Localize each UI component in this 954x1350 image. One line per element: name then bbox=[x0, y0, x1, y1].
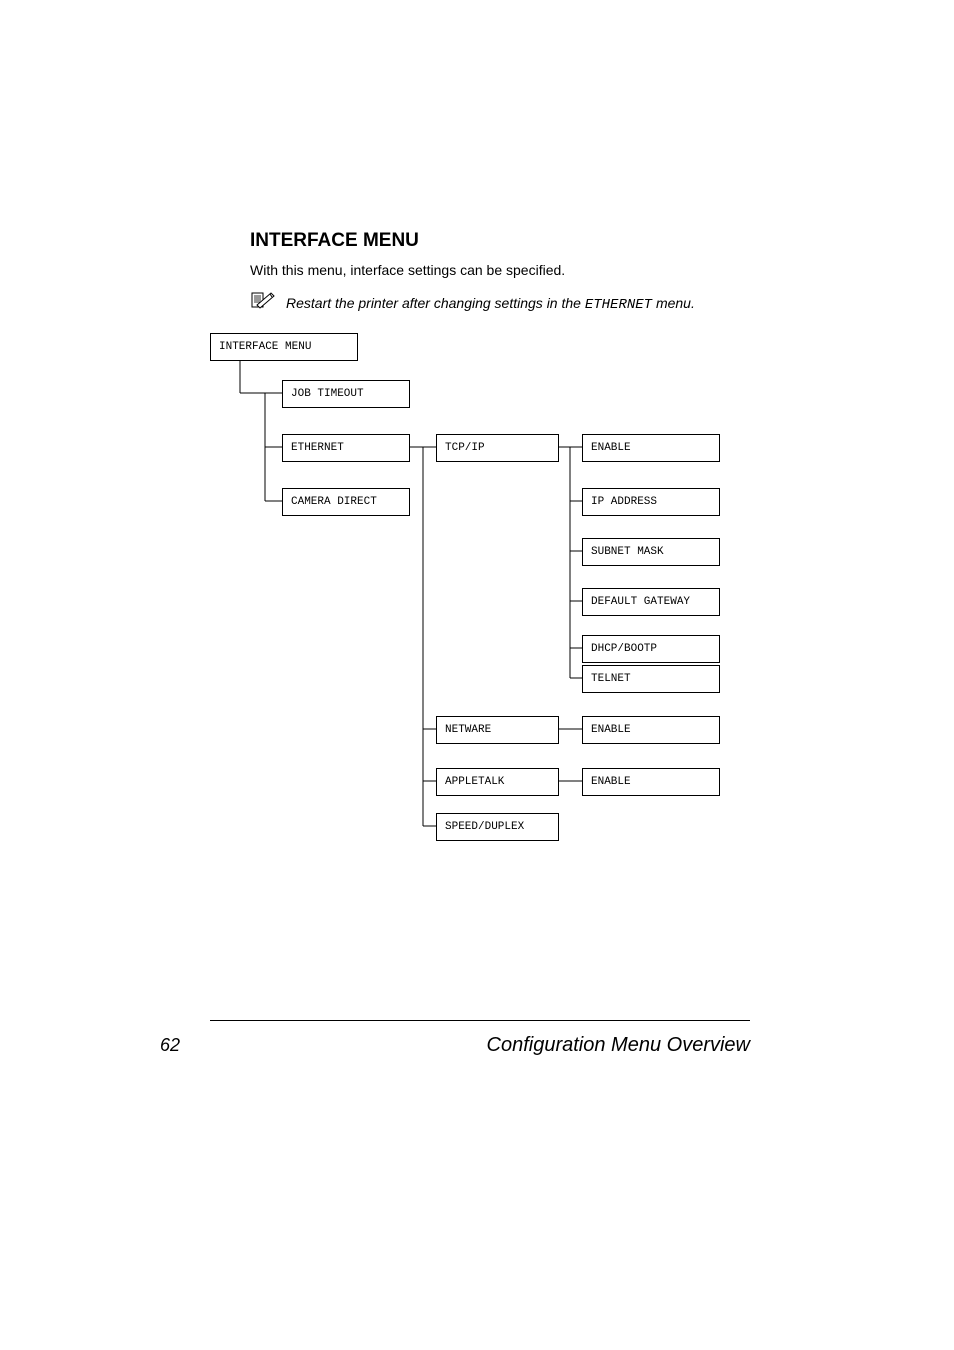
tree-node-speed-duplex: SPEED/DUPLEX bbox=[436, 813, 559, 841]
tree-node-enable-2: ENABLE bbox=[582, 716, 720, 744]
tree-node-tcp-ip: TCP/IP bbox=[436, 434, 559, 462]
note-row: Restart the printer after changing setti… bbox=[250, 292, 750, 315]
page-number: 62 bbox=[160, 1035, 180, 1056]
footer-rule bbox=[210, 1020, 750, 1021]
note-text: Restart the printer after changing setti… bbox=[286, 295, 695, 313]
tree-node-enable-3: ENABLE bbox=[582, 768, 720, 796]
menu-tree: INTERFACE MENU JOB TIMEOUT ETHERNET CAME… bbox=[210, 333, 770, 863]
tree-node-ip-address: IP ADDRESS bbox=[582, 488, 720, 516]
intro-text: With this menu, interface settings can b… bbox=[250, 262, 750, 278]
tree-node-netware: NETWARE bbox=[436, 716, 559, 744]
page-footer: 62 Configuration Menu Overview bbox=[160, 1034, 750, 1057]
section-title: INTERFACE MENU bbox=[250, 230, 750, 252]
tree-node-appletalk: APPLETALK bbox=[436, 768, 559, 796]
tree-node-subnet-mask: SUBNET MASK bbox=[582, 538, 720, 566]
footer-section-label: Configuration Menu Overview bbox=[487, 1034, 750, 1057]
tree-node-root: INTERFACE MENU bbox=[210, 333, 358, 361]
note-icon bbox=[250, 292, 276, 315]
tree-node-telnet: TELNET bbox=[582, 665, 720, 693]
tree-node-camera-direct: CAMERA DIRECT bbox=[282, 488, 410, 516]
tree-node-default-gateway: DEFAULT GATEWAY bbox=[582, 588, 720, 616]
note-prefix: Restart the printer after changing setti… bbox=[286, 295, 585, 311]
tree-node-enable-1: ENABLE bbox=[582, 434, 720, 462]
tree-node-dhcp-bootp: DHCP/BOOTP bbox=[582, 635, 720, 663]
note-mono: ETHERNET bbox=[585, 297, 652, 313]
tree-node-ethernet: ETHERNET bbox=[282, 434, 410, 462]
tree-node-job-timeout: JOB TIMEOUT bbox=[282, 380, 410, 408]
note-suffix: menu. bbox=[652, 295, 695, 311]
